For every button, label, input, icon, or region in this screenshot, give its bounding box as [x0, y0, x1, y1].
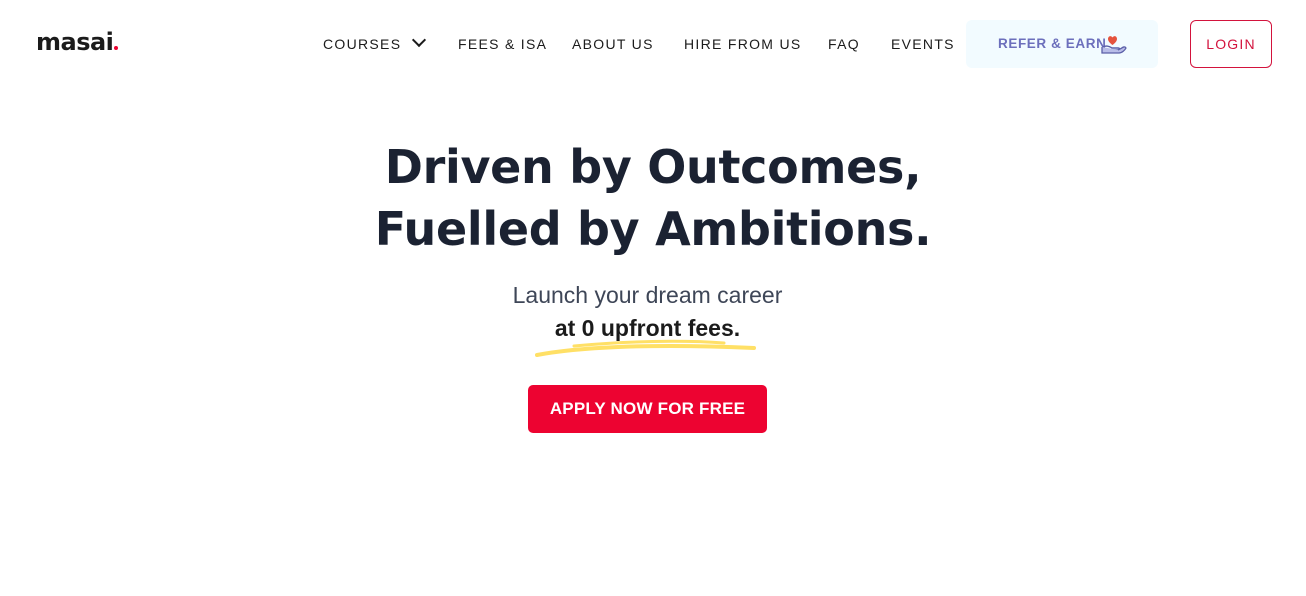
refer-earn-label: REFER & EARN	[998, 36, 1107, 51]
chevron-down-icon	[412, 32, 427, 48]
refer-earn-button[interactable]: REFER & EARN	[966, 20, 1158, 68]
logo-dot	[114, 46, 119, 50]
nav-fees-isa[interactable]: FEES & ISA	[458, 34, 547, 54]
masai-logo[interactable]: masai	[36, 27, 119, 57]
heart-hand-icon	[1101, 36, 1127, 54]
nav-courses[interactable]: COURSES	[323, 32, 427, 54]
nav-faq[interactable]: FAQ	[828, 34, 860, 54]
nav-hire-from-us[interactable]: HIRE FROM US	[684, 34, 802, 54]
nav-about-us[interactable]: ABOUT US	[572, 34, 654, 54]
nav-courses-label: COURSES	[323, 36, 402, 52]
nav-events[interactable]: EVENTS	[891, 34, 955, 54]
hero-title-line-2: Fuelled by Ambitions.	[374, 202, 932, 256]
hero-subtitle: Launch your dream career	[512, 282, 783, 308]
login-button[interactable]: LOGIN	[1190, 20, 1272, 68]
page: masai COURSES FEES & ISA ABOUT US HIRE F…	[0, 0, 1306, 596]
hero-title-line-1: Driven by Outcomes,	[384, 140, 922, 194]
apply-now-button[interactable]: APPLY NOW FOR FREE	[528, 385, 767, 433]
logo-text: masai	[36, 28, 114, 56]
highlight-underline	[535, 339, 756, 357]
